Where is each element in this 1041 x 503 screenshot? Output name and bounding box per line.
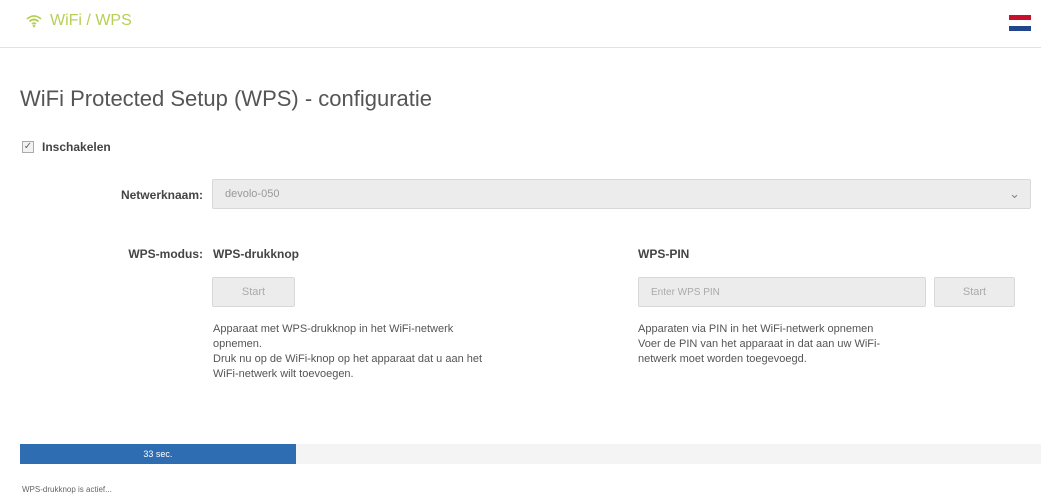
description-line: Druk nu op de WiFi-knop op het apparaat … xyxy=(213,353,483,365)
description-line: WiFi-netwerk wilt toevoegen. xyxy=(213,368,354,380)
breadcrumb: WiFi / WPS xyxy=(26,12,132,30)
wps-pin-input[interactable] xyxy=(638,277,926,307)
enable-checkbox[interactable]: ✓ xyxy=(22,141,34,153)
description-line: Apparaat met WPS-drukknop in het WiFi-ne… xyxy=(213,323,454,335)
breadcrumb-label[interactable]: WiFi / WPS xyxy=(50,12,132,30)
chevron-down-icon: ⌄ xyxy=(1009,186,1020,201)
progress-fill: 33 sec. xyxy=(20,444,296,464)
wps-pin-start-button[interactable]: Start xyxy=(934,277,1015,307)
description-line: Apparaten via PIN in het WiFi-netwerk op… xyxy=(638,323,874,335)
wps-pushbutton-heading: WPS-drukknop xyxy=(213,247,299,261)
wps-pushbutton-start-button[interactable]: Start xyxy=(212,277,295,307)
wps-pushbutton-description: Apparaat met WPS-drukknop in het WiFi-ne… xyxy=(213,322,613,382)
description-line: netwerk moet worden toegevoegd. xyxy=(638,353,807,365)
wps-mode-label: WPS-modus: xyxy=(128,247,203,261)
enable-toggle[interactable]: ✓ Inschakelen xyxy=(22,140,111,154)
network-name-select[interactable]: devolo-050 ⌄ xyxy=(212,179,1031,209)
page-title: WiFi Protected Setup (WPS) - configurati… xyxy=(20,86,433,111)
progress-bar: 33 sec. xyxy=(20,444,1041,464)
network-name-value: devolo-050 xyxy=(225,188,280,200)
network-name-label: Netwerknaam: xyxy=(120,188,203,202)
flag-nl-icon[interactable] xyxy=(1009,15,1031,31)
wifi-icon xyxy=(26,14,42,28)
description-line: Voer de PIN van het apparaat in dat aan … xyxy=(638,338,881,350)
status-text: WPS-drukknop is actief... xyxy=(22,485,112,494)
description-line: opnemen. xyxy=(213,338,262,350)
enable-label: Inschakelen xyxy=(42,140,111,154)
top-bar: WiFi / WPS xyxy=(0,0,1041,48)
wps-pin-description: Apparaten via PIN in het WiFi-netwerk op… xyxy=(638,322,1028,367)
wps-pin-heading: WPS-PIN xyxy=(638,247,690,261)
